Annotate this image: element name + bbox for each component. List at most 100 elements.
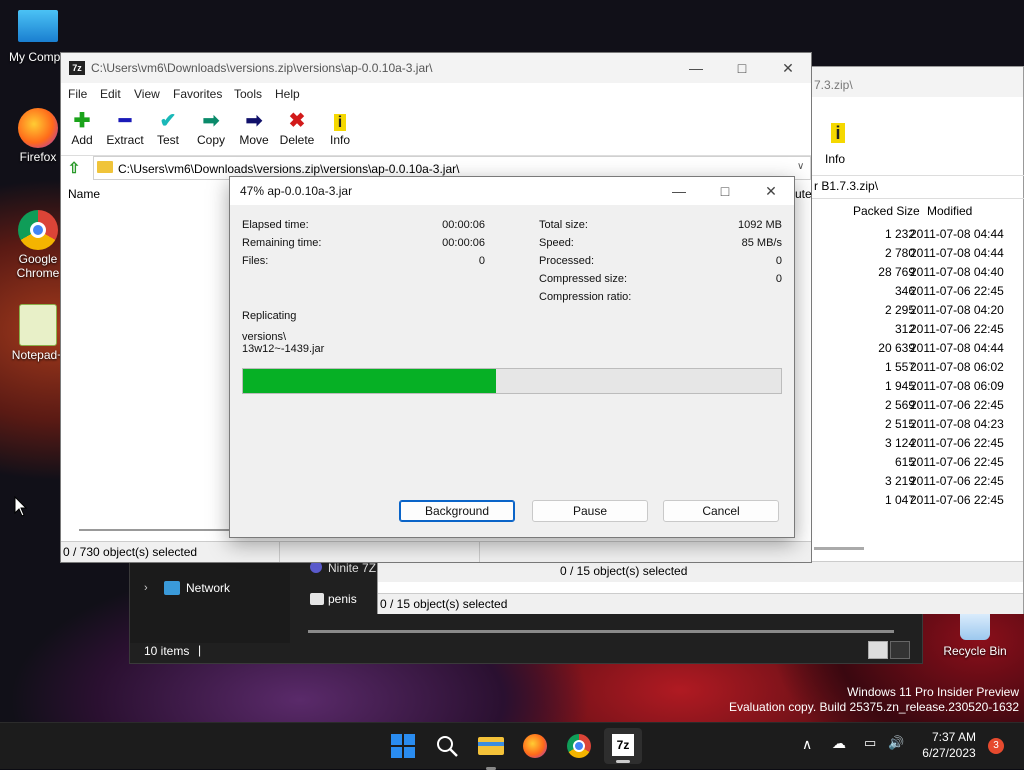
address-text: C:\Users\vm6\Downloads\versions.zip\vers… — [118, 162, 460, 176]
move-button[interactable]: ➡ Move — [232, 109, 276, 147]
network-icon — [164, 581, 180, 595]
clock-time[interactable]: 7:37 AM — [930, 730, 978, 744]
pause-button[interactable]: Pause — [532, 500, 648, 522]
up-folder-icon[interactable]: ⇧ — [65, 160, 83, 178]
column-header-packed-size[interactable]: Packed Size — [853, 204, 920, 218]
menu-view[interactable]: View — [134, 87, 160, 101]
copy-button[interactable]: ➡ Copy — [189, 109, 233, 147]
folder-icon — [97, 161, 113, 173]
table-row[interactable]: 1 557 2011-07-08 06:02 — [796, 358, 1024, 377]
total-size-value: 1092 MB — [737, 219, 782, 231]
network-monitor-icon[interactable]: ▭ — [864, 735, 876, 751]
extract-button[interactable]: ━ Extract — [103, 109, 147, 147]
table-row[interactable]: 2 780 2011-07-08 04:44 — [796, 244, 1024, 263]
table-row[interactable]: 1 232 2011-07-08 04:44 — [796, 225, 1024, 244]
clock-date[interactable]: 6/27/2023 — [920, 746, 978, 760]
volume-icon[interactable]: 🔊 — [888, 735, 904, 751]
file-item-ninite[interactable]: Ninite 7Z — [328, 561, 376, 575]
table-row[interactable]: 28 769 2011-07-08 04:40 — [796, 263, 1024, 282]
table-row[interactable]: 1 047 2011-07-06 22:45 — [796, 491, 1024, 510]
7zip-app-icon: 7z — [69, 61, 85, 75]
status-text: 0 / 730 object(s) selected — [63, 545, 198, 559]
horizontal-scrollbar[interactable] — [79, 529, 229, 531]
minimize-button[interactable]: — — [656, 176, 702, 206]
start-icon[interactable] — [388, 731, 418, 761]
firefox-icon[interactable] — [520, 731, 550, 761]
table-row[interactable]: 1 945 2011-07-08 06:09 — [796, 377, 1024, 396]
table-row[interactable]: 3 124 2011-07-06 22:45 — [796, 434, 1024, 453]
search-icon[interactable] — [432, 731, 462, 761]
details-view-icon[interactable] — [868, 641, 888, 659]
table-row[interactable]: 20 639 2011-07-08 04:44 — [796, 339, 1024, 358]
status-bar: 0 / 730 object(s) selected — [61, 541, 811, 562]
file-explorer-icon[interactable] — [476, 731, 506, 770]
progress-bar — [242, 368, 782, 394]
file-list: 1 232 2011-07-08 04:44 2 780 2011-07-08 04… — [796, 225, 1024, 515]
table-row[interactable]: 615 2011-07-06 22:45 — [796, 453, 1024, 472]
column-header-modified[interactable]: Modified — [927, 204, 972, 218]
move-arrow-icon: ➡ — [245, 110, 263, 132]
close-button[interactable]: ✕ — [748, 176, 794, 206]
elapsed-time-value: 00:00:06 — [442, 219, 485, 231]
maximize-button[interactable]: □ — [719, 53, 765, 83]
test-button[interactable]: ✔ Test — [146, 109, 190, 147]
horizontal-scrollbar[interactable] — [814, 547, 864, 550]
menu-help[interactable]: Help — [275, 87, 300, 101]
menu-bar: File Edit View Favorites Tools Help — [61, 83, 811, 105]
close-button[interactable]: ✕ — [765, 53, 811, 83]
table-row[interactable]: 2 569 2011-07-06 22:45 — [796, 396, 1024, 415]
menu-edit[interactable]: Edit — [100, 87, 121, 101]
windows-watermark: Windows 11 Pro Insider Preview Evaluatio… — [729, 685, 1019, 715]
menu-file[interactable]: File — [68, 87, 87, 101]
check-icon: ✔ — [159, 110, 177, 132]
cancel-button[interactable]: Cancel — [663, 500, 779, 522]
delete-button[interactable]: ✖ Delete — [275, 109, 319, 147]
menu-favorites[interactable]: Favorites — [173, 87, 222, 101]
menu-tools[interactable]: Tools — [234, 87, 262, 101]
nav-item-network[interactable]: Network — [186, 581, 230, 595]
minimize-button[interactable]: — — [673, 53, 719, 83]
table-row[interactable]: 3 219 2011-07-06 22:45 — [796, 472, 1024, 491]
table-row[interactable]: 312 2011-07-06 22:45 — [796, 320, 1024, 339]
progress-bar-fill — [243, 369, 496, 393]
chrome-icon[interactable] — [564, 731, 594, 761]
firefox-icon — [18, 108, 58, 148]
file-item-penis[interactable]: penis — [328, 592, 357, 606]
info-icon: i — [828, 123, 848, 147]
copy-arrow-icon: ➡ — [202, 110, 220, 132]
cloud-offline-icon[interactable]: ☁ — [832, 735, 846, 752]
desktop-icon-recycle-bin[interactable]: Recycle Bin — [940, 608, 1010, 658]
files-value: 0 — [478, 255, 485, 267]
maximize-button[interactable]: □ — [702, 176, 748, 206]
horizontal-scrollbar[interactable] — [308, 630, 894, 633]
desktop-icon-label: Google Chrome — [16, 252, 60, 280]
elapsed-time-label: Elapsed time: — [242, 219, 309, 231]
delete-x-icon: ✖ — [288, 110, 306, 132]
processed-value: 0 — [775, 255, 782, 267]
add-button[interactable]: ✚ Add — [60, 109, 104, 147]
minus-icon: ━ — [118, 110, 132, 132]
tiles-view-icon[interactable] — [890, 641, 910, 659]
column-header-attributes[interactable]: ute — [795, 187, 812, 201]
watermark-line-1: Windows 11 Pro Insider Preview — [847, 685, 1019, 699]
chevron-up-icon[interactable]: ∧ — [802, 736, 812, 753]
toolbar-info-button[interactable]: Info — [825, 152, 845, 166]
status-text: 0 / 15 object(s) selected — [380, 597, 508, 611]
desktop-icon-label: Notepad+ — [11, 348, 65, 362]
table-row[interactable]: 2 295 2011-07-08 04:20 — [796, 301, 1024, 320]
chevron-down-icon[interactable]: ∨ — [797, 161, 804, 172]
background-button[interactable]: Background — [399, 500, 515, 522]
operation-text: Replicating — [242, 310, 297, 322]
table-row[interactable]: 2 515 2011-07-08 04:23 — [796, 415, 1024, 434]
column-header-name[interactable]: Name — [68, 187, 100, 201]
chevron-right-icon[interactable]: › — [144, 582, 148, 594]
table-row[interactable]: 346 2011-07-06 22:45 — [796, 282, 1024, 301]
text-cursor: | — [198, 643, 202, 657]
chrome-icon — [18, 210, 58, 250]
7zip-taskbar-button[interactable]: 7z — [604, 728, 642, 764]
info-button[interactable]: i Info — [318, 109, 362, 147]
mouse-cursor-icon — [14, 496, 28, 517]
monitor-icon — [18, 10, 58, 42]
current-path: versions\ — [242, 331, 287, 343]
notification-badge[interactable]: 3 — [988, 738, 1004, 754]
